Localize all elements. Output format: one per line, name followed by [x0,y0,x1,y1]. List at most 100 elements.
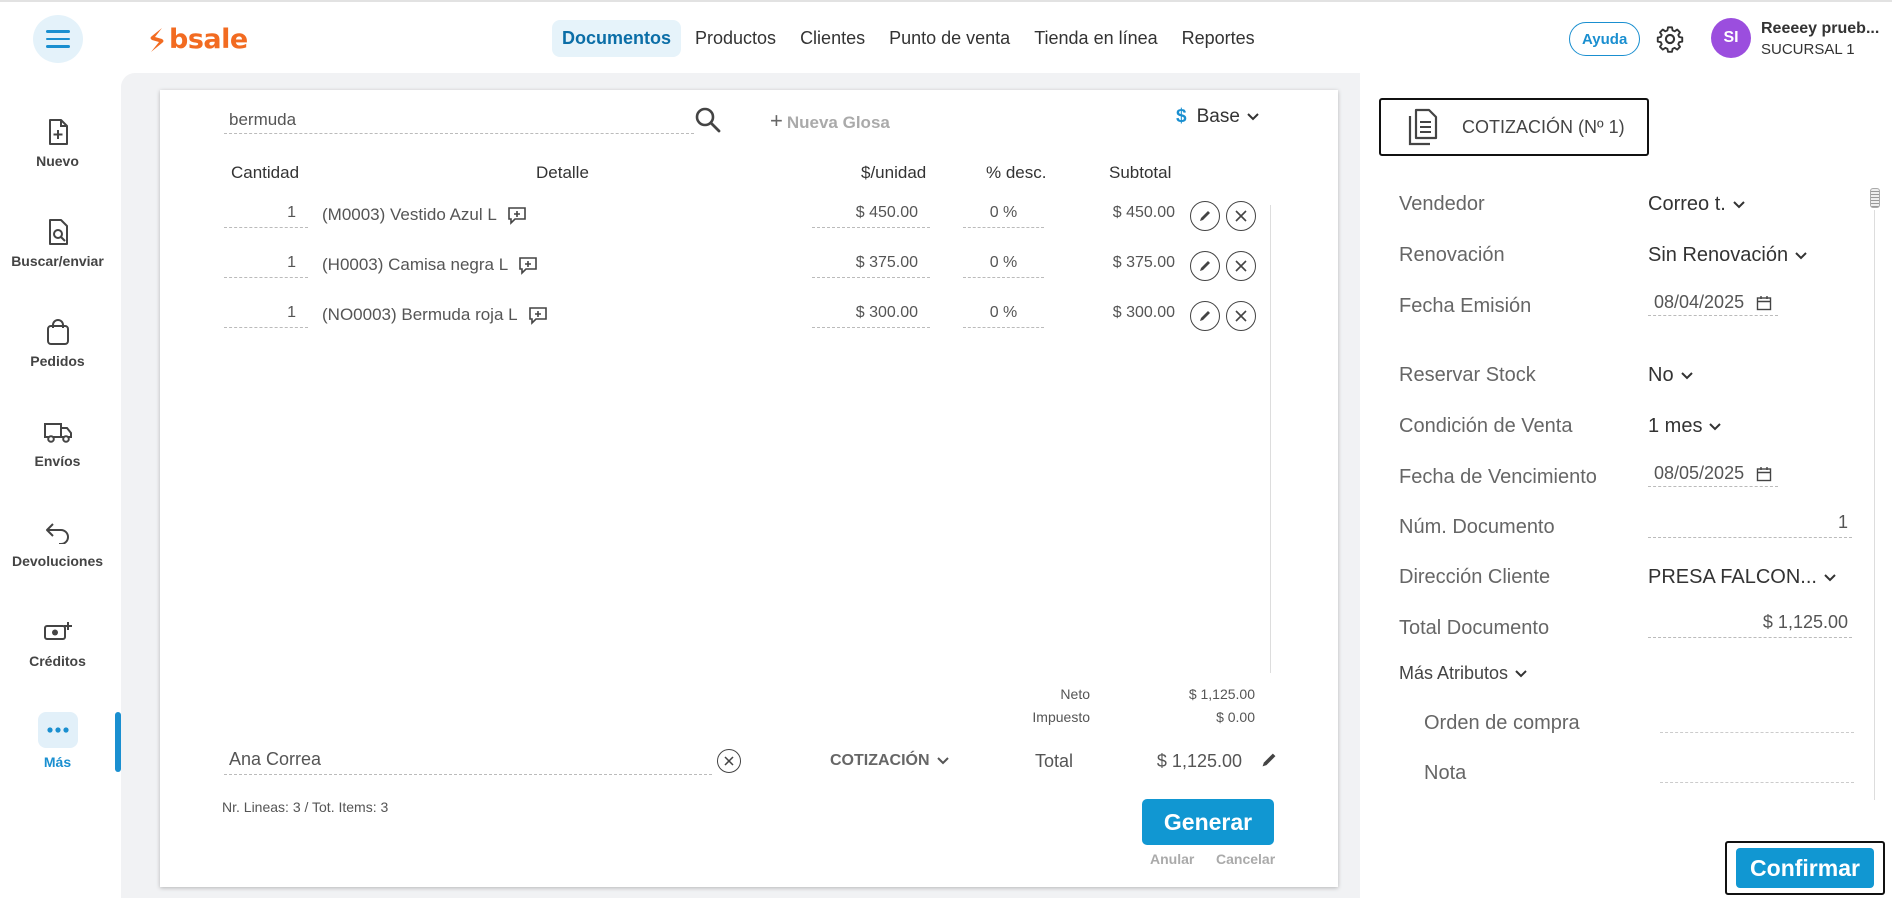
hamburger-icon [46,28,70,51]
add-comment-icon[interactable] [518,255,538,275]
confirmar-button-wrapper[interactable]: Confirmar [1725,841,1885,895]
edit-row-button[interactable] [1190,251,1220,281]
truck-icon [43,417,73,447]
close-icon [1235,310,1247,322]
nota-input[interactable] [1660,757,1854,783]
edit-row-button[interactable] [1190,301,1220,331]
row-subtotal: $ 375.00 [1112,254,1175,271]
discount-input[interactable]: 0 % [963,254,1044,278]
unit-price-input[interactable]: $ 450.00 [812,204,930,228]
product-search-input[interactable]: bermuda [224,108,694,134]
nueva-glosa-label: Nueva Glosa [786,113,890,132]
sidebar-item-label: Más [43,754,72,770]
nav-reportes[interactable]: Reportes [1172,20,1265,57]
document-type-label: COTIZACIÓN [830,752,930,769]
reservar-stock-dropdown[interactable]: No [1648,364,1694,387]
orden-compra-input[interactable] [1660,707,1854,733]
discount-input[interactable]: 0 % [963,304,1044,328]
sidebar-item-mas[interactable]: Más [0,712,115,770]
bsale-logo[interactable]: bsale [148,24,248,55]
total-documento-input[interactable]: $ 1,125.00 [1648,612,1852,638]
shopping-bag-icon [43,317,73,347]
price-list-label: Base [1196,106,1240,127]
document-header[interactable]: COTIZACIÓN (Nº 1) [1379,98,1649,156]
money-plus-icon [43,617,73,647]
sidebar-item-devoluciones[interactable]: Devoluciones [0,517,115,569]
mas-atributos-toggle[interactable]: Más Atributos [1399,663,1528,684]
fecha-vencimiento-input[interactable]: 08/05/2025 [1648,461,1778,487]
add-comment-icon[interactable] [528,305,548,325]
direccion-cliente-label: Dirección Cliente [1399,566,1551,588]
vendedor-dropdown[interactable]: Correo t. [1648,193,1746,216]
menu-toggle-button[interactable] [33,15,83,63]
fecha-emision-value: 08/04/2025 [1654,292,1745,312]
quantity-input[interactable]: 1 [224,254,308,278]
generar-button[interactable]: Generar [1142,799,1274,845]
clear-client-button[interactable] [717,749,741,773]
calendar-icon[interactable] [1756,295,1772,311]
direccion-cliente-dropdown[interactable]: PRESA FALCON... [1648,566,1837,589]
chevron-down-icon [1680,371,1693,379]
add-comment-icon[interactable] [507,205,527,225]
orden-compra-label: Orden de compra [1424,712,1580,734]
remove-row-button[interactable] [1226,251,1256,281]
edit-row-button[interactable] [1190,201,1220,231]
price-list-dropdown[interactable]: $ Base [1176,106,1260,128]
remove-row-button[interactable] [1226,201,1256,231]
sidebar-item-label: Pedidos [30,353,85,369]
num-documento-input[interactable]: 1 [1648,512,1852,538]
scrollbar-track[interactable] [1874,210,1875,800]
fecha-emision-input[interactable]: 08/04/2025 [1648,290,1778,316]
lines-info: Nr. Lineas: 3 / Tot. Items: 3 [222,799,389,815]
gear-icon[interactable] [1656,25,1684,53]
scrollbar-thumb[interactable] [1870,188,1880,208]
pencil-icon [1200,211,1210,221]
table-divider [1270,205,1271,673]
sidebar-item-envios[interactable]: Envíos [0,417,115,469]
nav-tienda-en-linea[interactable]: Tienda en línea [1024,20,1167,57]
remove-row-button[interactable] [1226,301,1256,331]
header-detalle: Detalle [536,163,589,182]
nav-documentos[interactable]: Documentos [552,20,682,57]
search-icon[interactable] [694,106,722,134]
quantity-input[interactable]: 1 [224,204,308,228]
sidebar-item-creditos[interactable]: Créditos [0,617,115,669]
nav-productos[interactable]: Productos [685,20,786,57]
client-input[interactable]: Ana Correa [224,749,712,775]
quantity-input[interactable]: 1 [224,304,308,328]
header-subtotal: Subtotal [1109,163,1172,182]
sidebar-item-nuevo[interactable]: Nuevo [0,117,115,169]
sidebar-item-pedidos[interactable]: Pedidos [0,317,115,369]
unit-price-input[interactable]: $ 375.00 [812,254,930,278]
calendar-icon[interactable] [1756,466,1772,482]
document-title: COTIZACIÓN (Nº 1) [1462,116,1625,137]
pencil-icon[interactable] [1260,751,1278,769]
neto-value: $ 1,125.00 [1188,686,1255,702]
fecha-vencimiento-value: 08/05/2025 [1654,463,1745,483]
row-detail: (M0003) Vestido Azul L [322,205,527,225]
anular-link[interactable]: Anular [1150,851,1194,867]
discount-input[interactable]: 0 % [963,204,1044,228]
close-icon [1235,210,1247,222]
nav-punto-de-venta[interactable]: Punto de venta [879,20,1020,57]
sidebar-item-buscar-enviar[interactable]: Buscar/enviar [0,217,115,269]
pencil-icon [1200,261,1210,271]
cancelar-link[interactable]: Cancelar [1216,851,1275,867]
unit-price-input[interactable]: $ 300.00 [812,304,930,328]
user-name[interactable]: Reeeey prueb... [1761,20,1879,38]
nueva-glosa-button[interactable]: + Nueva Glosa [770,108,890,134]
sidebar: Nuevo Buscar/enviar Pedidos Envíos Devol… [0,73,120,898]
document-type-dropdown[interactable]: COTIZACIÓN [830,752,950,770]
fecha-vencimiento-label: Fecha de Vencimiento [1399,466,1597,488]
vendedor-label: Vendedor [1399,193,1485,215]
help-button[interactable]: Ayuda [1569,22,1641,56]
row-subtotal: $ 300.00 [1112,304,1175,321]
reservar-stock-value: No [1648,364,1674,386]
vendedor-value: Correo t. [1648,193,1726,215]
condicion-venta-dropdown[interactable]: 1 mes [1648,415,1722,438]
header-descuento: % desc. [986,163,1047,182]
renovacion-dropdown[interactable]: Sin Renovación [1648,244,1808,267]
confirmar-button[interactable]: Confirmar [1736,848,1874,888]
nav-clientes[interactable]: Clientes [790,20,875,57]
avatar[interactable]: SI [1711,18,1751,58]
